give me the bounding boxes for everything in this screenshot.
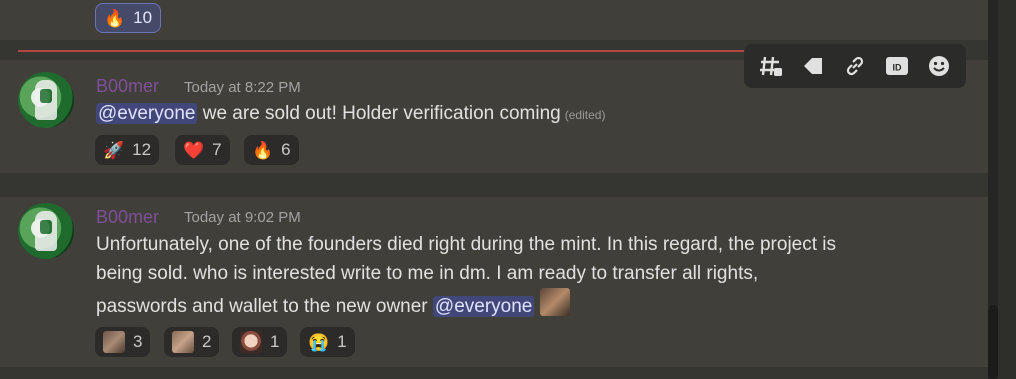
username[interactable]: B00mer <box>96 207 159 228</box>
custom-face-emoji-icon <box>539 288 570 316</box>
avatar[interactable] <box>18 72 74 128</box>
message-line: Unfortunately, one of the founders died … <box>96 234 837 255</box>
reaction-face-2[interactable]: 2 <box>164 327 220 357</box>
reaction-face-1[interactable]: 3 <box>95 327 151 357</box>
face-emoji-icon <box>240 331 262 353</box>
username[interactable]: B00mer <box>96 76 159 97</box>
message-line: being sold. who is interested write to m… <box>96 263 759 284</box>
link-icon[interactable] <box>841 52 869 80</box>
avatar[interactable] <box>18 203 74 259</box>
message-actions-toolbar: ID <box>744 44 966 88</box>
fire-emoji-icon: 🔥 <box>104 8 126 28</box>
reaction-fire[interactable]: 🔥 6 <box>244 135 299 165</box>
face-emoji-icon <box>103 331 125 353</box>
reaction-face-3[interactable]: 1 <box>232 327 288 357</box>
face-emoji-icon <box>172 331 194 353</box>
reaction-count: 3 <box>133 332 143 351</box>
reaction-count: 1 <box>270 332 280 351</box>
message-content: Unfortunately, one of the founders died … <box>96 230 836 321</box>
reaction-sob[interactable]: 😭 1 <box>300 327 355 357</box>
message-line: passwords and wallet to the new owner @e… <box>96 288 836 321</box>
reaction-heart[interactable]: ❤️ 7 <box>175 135 230 165</box>
timestamp[interactable]: Today at 9:02 PM <box>184 209 301 226</box>
message-text: passwords and wallet to the new owner <box>96 296 433 317</box>
timestamp[interactable]: Today at 8:22 PM <box>184 79 301 96</box>
message-gap <box>0 173 988 197</box>
id-label: ID <box>893 63 903 73</box>
message-text: we are sold out! Holder verification com… <box>197 103 561 124</box>
mention-everyone[interactable]: @everyone <box>432 296 535 317</box>
rocket-emoji-icon: 🚀 <box>103 140 125 160</box>
thread-icon[interactable] <box>757 52 785 80</box>
message-gap <box>0 367 988 379</box>
emoji-icon[interactable] <box>925 52 953 80</box>
mention-everyone[interactable]: @everyone <box>96 103 198 124</box>
reaction-count: 2 <box>202 332 212 351</box>
avatar-image <box>35 211 57 251</box>
scrollbar-thumb[interactable] <box>988 305 998 379</box>
reaction-count: 7 <box>212 140 222 159</box>
tag-icon[interactable] <box>799 52 827 80</box>
edited-label: (edited) <box>564 108 606 122</box>
reaction-count: 6 <box>281 140 291 159</box>
new-messages-divider <box>18 50 758 52</box>
message-content: @everyone we are sold out! Holder verifi… <box>96 99 605 130</box>
heart-emoji-icon: ❤️ <box>183 140 205 160</box>
reaction-count: 12 <box>132 140 152 159</box>
avatar-image <box>35 80 57 120</box>
reaction-fire[interactable]: 🔥 10 <box>95 3 162 33</box>
reaction-count: 1 <box>337 332 347 351</box>
id-icon[interactable]: ID <box>883 52 911 80</box>
reaction-rocket[interactable]: 🚀 12 <box>95 135 160 165</box>
fire-emoji-icon: 🔥 <box>252 140 274 160</box>
sob-emoji-icon: 😭 <box>308 332 330 352</box>
reaction-count: 10 <box>133 8 153 27</box>
